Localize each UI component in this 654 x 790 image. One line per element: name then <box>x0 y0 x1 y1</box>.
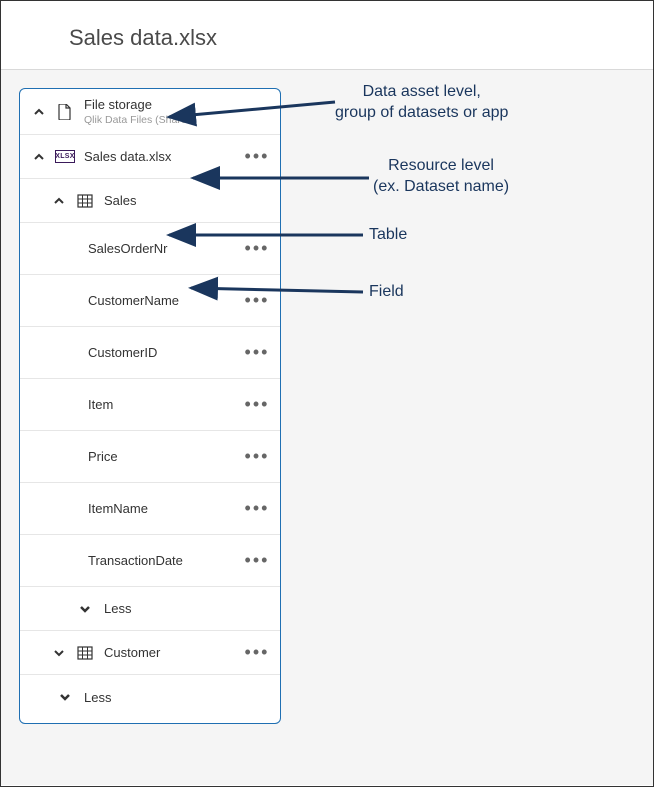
more-icon[interactable]: ••• <box>242 638 272 668</box>
chevron-up-icon[interactable] <box>30 148 48 166</box>
chevron-down-icon[interactable] <box>56 688 74 706</box>
less-label: Less <box>104 601 280 616</box>
asset-subtitle: Qlik Data Files (Shared) <box>84 114 196 126</box>
xlsx-icon: XLSX <box>56 148 74 166</box>
annotation-table: Table <box>369 225 407 246</box>
table-icon <box>76 192 94 210</box>
file-icon <box>56 103 74 121</box>
more-icon[interactable]: ••• <box>242 142 272 172</box>
more-icon[interactable]: ••• <box>242 494 272 524</box>
table-row-sales[interactable]: Sales <box>20 179 280 223</box>
field-row[interactable]: CustomerID ••• <box>20 327 280 379</box>
annotation-field: Field <box>369 282 404 303</box>
field-row[interactable]: CustomerName ••• <box>20 275 280 327</box>
field-row[interactable]: Price ••• <box>20 431 280 483</box>
table-icon <box>76 644 94 662</box>
resource-row[interactable]: XLSX Sales data.xlsx ••• <box>20 135 280 179</box>
annotation-resource: Resource level (ex. Dataset name) <box>373 156 509 198</box>
content-area: File storage Qlik Data Files (Shared) XL… <box>1 70 653 785</box>
chevron-up-icon[interactable] <box>30 103 48 121</box>
chevron-up-icon[interactable] <box>50 192 68 210</box>
table-row-customer[interactable]: Customer ••• <box>20 631 280 675</box>
more-icon[interactable]: ••• <box>242 234 272 264</box>
less-toggle[interactable]: Less <box>20 587 280 631</box>
lineage-tree: File storage Qlik Data Files (Shared) XL… <box>19 88 281 724</box>
more-icon[interactable]: ••• <box>242 286 272 316</box>
more-icon[interactable]: ••• <box>242 338 272 368</box>
asset-name: File storage <box>84 97 196 112</box>
less-label: Less <box>84 690 280 705</box>
field-row[interactable]: SalesOrderNr ••• <box>20 223 280 275</box>
table-name: Sales <box>104 193 280 208</box>
field-row[interactable]: TransactionDate ••• <box>20 535 280 587</box>
more-icon[interactable]: ••• <box>242 390 272 420</box>
asset-row[interactable]: File storage Qlik Data Files (Shared) <box>20 89 280 135</box>
more-icon[interactable]: ••• <box>242 546 272 576</box>
chevron-down-icon[interactable] <box>76 600 94 618</box>
more-icon[interactable]: ••• <box>242 442 272 472</box>
less-toggle[interactable]: Less <box>20 675 280 719</box>
annotation-asset: Data asset level, group of datasets or a… <box>335 82 508 124</box>
page-title: Sales data.xlsx <box>1 1 653 69</box>
asset-text: File storage Qlik Data Files (Shared) <box>84 89 196 134</box>
field-row[interactable]: ItemName ••• <box>20 483 280 535</box>
field-row[interactable]: Item ••• <box>20 379 280 431</box>
chevron-down-icon[interactable] <box>50 644 68 662</box>
